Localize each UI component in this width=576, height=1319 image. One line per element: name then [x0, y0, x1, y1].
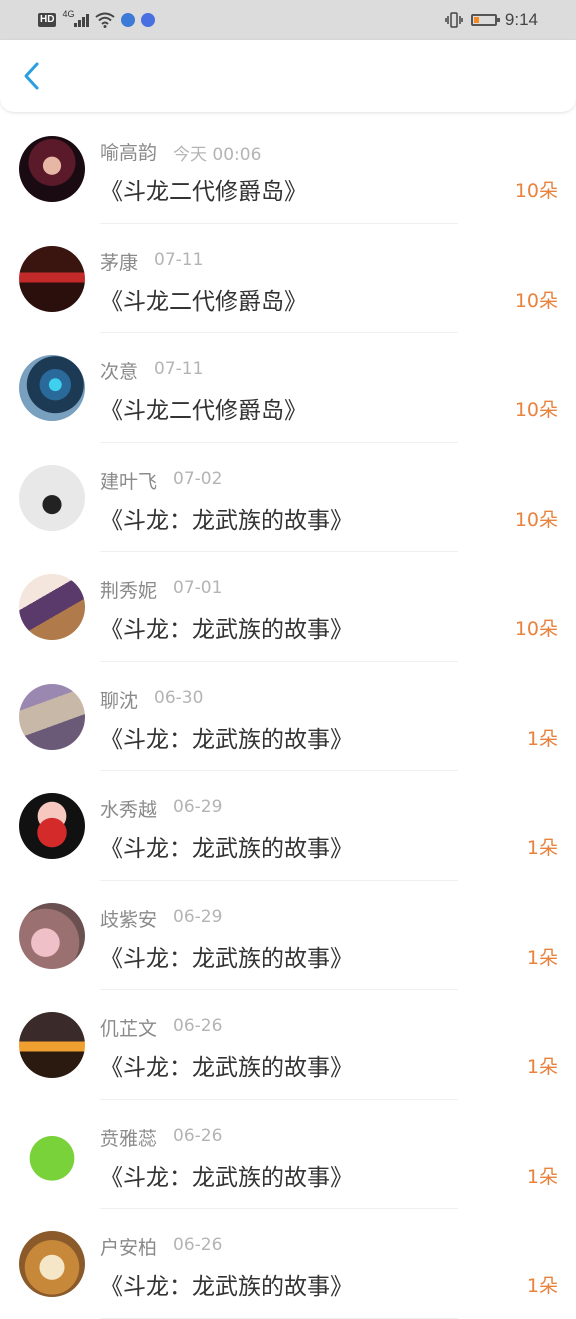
list-item[interactable]: 次意 07-11 《斗龙二代修爵岛》 10朵	[0, 333, 576, 443]
send-time: 06-26	[173, 1125, 223, 1146]
app-notification-icon	[121, 13, 136, 27]
list-item[interactable]: 仉芷文 06-26 《斗龙：龙武族的故事》 1朵	[0, 990, 576, 1100]
sender-name: 贲雅蕊	[100, 1127, 158, 1150]
chevron-left-icon	[24, 62, 39, 90]
gift-count: 1朵	[526, 1275, 558, 1297]
book-title: 《斗龙：龙武族的故事》	[100, 507, 353, 534]
music-icon	[141, 13, 156, 27]
avatar-robot-blue[interactable]	[19, 355, 85, 421]
book-title: 《斗龙：龙武族的故事》	[100, 1274, 353, 1300]
avatar-portrait-red-banner[interactable]	[19, 245, 85, 312]
book-title: 《斗龙：龙武族的故事》	[100, 836, 353, 862]
battery-level	[473, 17, 480, 23]
gift-count: 1朵	[526, 727, 558, 750]
hd-badge: HD	[38, 13, 57, 27]
status-left: HD 4G	[38, 8, 156, 32]
gift-count: 10朵	[514, 180, 558, 202]
list-item[interactable]: 荆秀妮 07-01 《斗龙：龙武族的故事》 10朵	[0, 552, 576, 662]
status-time: 9:14	[504, 10, 538, 29]
avatar-green-pig[interactable]	[19, 1121, 85, 1188]
gift-count: 10朵	[514, 618, 558, 640]
book-title: 《斗龙：龙武族的故事》	[100, 726, 353, 753]
avatar-shiba-dog[interactable]	[19, 1231, 85, 1297]
book-title: 《斗龙：龙武族的故事》	[100, 617, 353, 643]
list-item[interactable]: 建叶飞 07-02 《斗龙：龙武族的故事》 10朵	[0, 443, 576, 552]
signal-icon	[74, 13, 90, 27]
sender-name: 喻高韵	[100, 142, 158, 164]
header	[0, 40, 576, 112]
avatar-portrait-dark-red[interactable]	[19, 136, 85, 202]
status-right: 9:14	[445, 8, 538, 32]
gift-count: 1朵	[526, 1056, 558, 1078]
send-time: 07-01	[173, 578, 223, 598]
book-title: 《斗龙二代修爵岛》	[100, 179, 307, 205]
avatar-sketch-girl[interactable]	[19, 464, 85, 531]
back-button[interactable]	[14, 58, 50, 94]
sender-name: 仉芷文	[100, 1018, 158, 1040]
vibrate-icon	[445, 12, 463, 28]
status-bar: HD 4G 9:14	[0, 0, 576, 40]
divider	[100, 1317, 458, 1319]
network-type: 4G	[62, 9, 75, 19]
avatar-pink-blur[interactable]	[19, 902, 85, 969]
send-time: 06-26	[173, 1235, 223, 1255]
sender-name: 次意	[100, 361, 139, 383]
gift-count: 1朵	[526, 1165, 558, 1188]
book-title: 《斗龙：龙武族的故事》	[100, 1164, 353, 1191]
avatar-cat-purple[interactable]	[19, 683, 85, 750]
sender-name: 水秀越	[100, 799, 158, 821]
sender-name: 建叶飞	[100, 470, 158, 493]
avatar-cartoon-pig[interactable]	[19, 793, 85, 859]
list-item[interactable]: 贲雅蕊 06-26 《斗龙：龙武族的故事》 1朵	[0, 1100, 576, 1209]
list-item[interactable]: 户安柏 06-26 《斗龙：龙武族的故事》 1朵	[0, 1209, 576, 1319]
avatar-anime-girl[interactable]	[19, 574, 85, 640]
send-time: 06-30	[154, 687, 204, 708]
send-time: 07-11	[154, 359, 204, 379]
wifi-icon	[95, 12, 116, 28]
gift-count: 10朵	[514, 399, 558, 421]
sender-name: 茅康	[100, 251, 139, 274]
sender-name: 歧紫安	[100, 908, 158, 931]
list-item[interactable]: 聊沈 06-30 《斗龙：龙武族的故事》 1朵	[0, 662, 576, 771]
avatar-sunset-boat[interactable]	[19, 1012, 85, 1078]
list-item[interactable]: 歧紫安 06-29 《斗龙：龙武族的故事》 1朵	[0, 881, 576, 990]
book-title: 《斗龙二代修爵岛》	[100, 288, 307, 315]
gift-count: 10朵	[514, 508, 558, 531]
book-title: 《斗龙：龙武族的故事》	[100, 1055, 353, 1081]
battery-icon	[470, 14, 500, 26]
gift-record-list[interactable]: 喻高韵 今天 00:06 《斗龙二代修爵岛》 10朵 茅康 07-11 《斗龙二…	[0, 114, 576, 1319]
gift-count: 1朵	[526, 837, 558, 859]
send-time: 07-02	[173, 468, 223, 489]
gift-count: 1朵	[526, 946, 558, 969]
send-time: 07-11	[154, 249, 204, 270]
send-time: 06-29	[173, 797, 223, 817]
send-time: 今天 00:06	[173, 145, 262, 165]
book-title: 《斗龙二代修爵岛》	[100, 398, 307, 424]
sender-name: 户安柏	[100, 1237, 158, 1259]
list-item[interactable]: 茅康 07-11 《斗龙二代修爵岛》 10朵	[0, 224, 576, 333]
book-title: 《斗龙：龙武族的故事》	[100, 945, 353, 972]
send-time: 06-26	[173, 1016, 223, 1036]
list-item[interactable]: 水秀越 06-29 《斗龙：龙武族的故事》 1朵	[0, 771, 576, 881]
send-time: 06-29	[173, 906, 223, 927]
sender-name: 聊沈	[100, 689, 139, 712]
sender-name: 荆秀妮	[100, 580, 158, 602]
gift-count: 10朵	[514, 289, 558, 312]
list-item[interactable]: 喻高韵 今天 00:06 《斗龙二代修爵岛》 10朵	[0, 114, 576, 224]
